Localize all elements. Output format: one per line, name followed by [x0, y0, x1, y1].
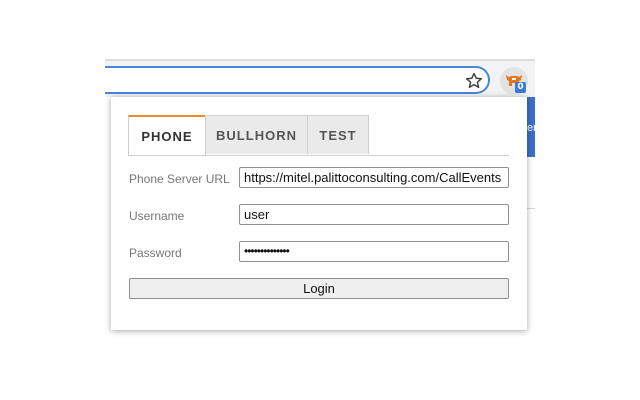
page-header-fragment-text: er [527, 122, 537, 134]
password-label: Password [129, 246, 182, 260]
username-label: Username [129, 209, 185, 223]
tab-bullhorn[interactable]: BULLHORN [205, 115, 308, 154]
server-url-input[interactable]: https://mitel.palittoconsulting.com/Call… [239, 167, 509, 188]
extension-badge: 0 [515, 82, 526, 93]
server-url-label: Phone Server URL [129, 172, 230, 186]
bookmark-star-icon[interactable] [464, 71, 484, 91]
tab-phone[interactable]: PHONE [128, 115, 206, 156]
tab-divider [128, 155, 509, 156]
tab-test[interactable]: TEST [307, 115, 369, 154]
password-input[interactable]: •••••••••••••• [239, 241, 509, 262]
username-input[interactable]: user [239, 204, 509, 225]
extension-button[interactable]: 0 [500, 67, 528, 95]
extension-popup: PHONE BULLHORN TEST Phone Server URL htt… [111, 97, 527, 330]
login-button[interactable]: Login [129, 278, 509, 299]
address-bar[interactable] [105, 66, 490, 94]
